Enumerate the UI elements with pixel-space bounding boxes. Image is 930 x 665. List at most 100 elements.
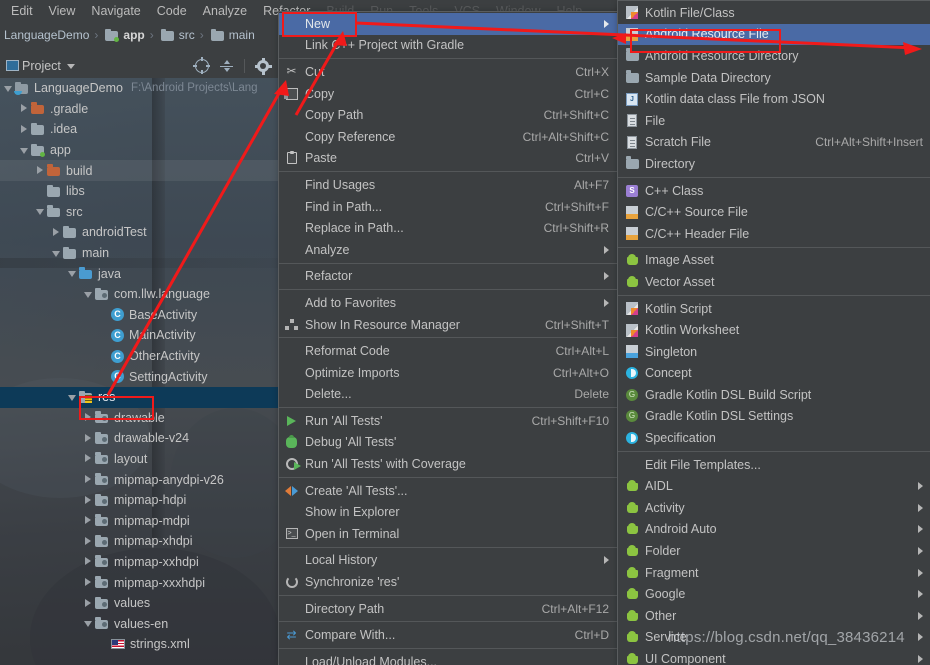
new-submenu-item-c-c-source-file[interactable]: C/C++ Source File	[618, 201, 930, 223]
tree-row[interactable]: build	[0, 160, 278, 181]
breadcrumb-item-main[interactable]: main	[209, 28, 255, 42]
new-submenu-item-concept[interactable]: Concept	[618, 363, 930, 385]
new-submenu-item-kotlin-script[interactable]: Kotlin Script	[618, 298, 930, 320]
new-submenu-item-edit-file-templates[interactable]: Edit File Templates...	[618, 454, 930, 476]
tree-toggle-closed-icon[interactable]	[36, 166, 45, 175]
tree-toggle-open-icon[interactable]	[4, 84, 13, 93]
new-submenu-item-file[interactable]: File	[618, 110, 930, 132]
new-submenu-item-vector-asset[interactable]: Vector Asset	[618, 271, 930, 293]
context-menu[interactable]: New Link C++ Project with Gradle ✂ Cut Ctrl+…	[278, 11, 619, 665]
menu-code[interactable]: Code	[149, 2, 195, 20]
context-menu-item-debug-all-tests[interactable]: Debug 'All Tests'	[279, 432, 618, 454]
tree-row[interactable]: drawable-v24	[0, 428, 278, 449]
menu-view[interactable]: View	[41, 2, 84, 20]
context-menu-item-cut[interactable]: ✂ Cut Ctrl+X	[279, 61, 618, 83]
tree-toggle-open-icon[interactable]	[68, 393, 77, 402]
new-submenu-item-other[interactable]: Other	[618, 605, 930, 627]
new-submenu-item-sample-data-directory[interactable]: Sample Data Directory	[618, 67, 930, 89]
tree-row[interactable]: values-en	[0, 613, 278, 634]
tree-row[interactable]: app	[0, 140, 278, 161]
breadcrumb-item-app[interactable]: app	[103, 28, 145, 42]
tree-toggle-open-icon[interactable]	[84, 619, 93, 628]
context-menu-item-link-c-project-with-gradle[interactable]: Link C++ Project with Gradle	[279, 35, 618, 57]
tree-toggle-closed-icon[interactable]	[20, 124, 29, 134]
settings-gear-icon[interactable]	[254, 57, 272, 75]
tree-row[interactable]: mipmap-hdpi	[0, 490, 278, 511]
tree-toggle-closed-icon[interactable]	[84, 516, 93, 525]
tree-toggle-closed-icon[interactable]	[84, 598, 93, 608]
new-submenu-item-gradle-kotlin-dsl-build-script[interactable]: G Gradle Kotlin DSL Build Script	[618, 384, 930, 406]
breadcrumb-item-languagedemo[interactable]: LanguageDemo	[4, 28, 89, 42]
context-menu-item-copy-reference[interactable]: Copy Reference Ctrl+Alt+Shift+C	[279, 126, 618, 148]
context-menu-item-run-all-tests[interactable]: Run 'All Tests' Ctrl+Shift+F10	[279, 410, 618, 432]
locate-icon[interactable]	[193, 57, 210, 74]
context-menu-item-directory-path[interactable]: Directory Path Ctrl+Alt+F12	[279, 598, 618, 620]
context-menu-item-optimize-imports[interactable]: Optimize Imports Ctrl+Alt+O	[279, 362, 618, 384]
context-menu-item-paste[interactable]: Paste Ctrl+V	[279, 148, 618, 170]
tree-toggle-closed-icon[interactable]	[84, 475, 93, 484]
new-submenu-item-directory[interactable]: Directory	[618, 153, 930, 175]
new-submenu-item-gradle-kotlin-dsl-settings[interactable]: G Gradle Kotlin DSL Settings	[618, 406, 930, 428]
tree-row[interactable]: com.llw.language	[0, 284, 278, 305]
menu-navigate[interactable]: Navigate	[83, 2, 148, 20]
new-submenu-item-ui-component[interactable]: UI Component	[618, 648, 930, 665]
new-submenu[interactable]: Kotlin File/Class Android Resource File An…	[617, 0, 930, 665]
tree-row[interactable]: .idea	[0, 119, 278, 140]
new-submenu-item-singleton[interactable]: Singleton	[618, 341, 930, 363]
context-menu-item-find-usages[interactable]: Find Usages Alt+F7	[279, 174, 618, 196]
context-menu-item-synchronize-res[interactable]: Synchronize 'res'	[279, 571, 618, 593]
context-menu-item-create-all-tests[interactable]: Create 'All Tests'...	[279, 480, 618, 502]
tree-toggle-open-icon[interactable]	[84, 290, 93, 299]
tree-row[interactable]: mipmap-anydpi-v26	[0, 469, 278, 490]
new-submenu-item-kotlin-file-class[interactable]: Kotlin File/Class	[618, 2, 930, 24]
context-menu-item-local-history[interactable]: Local History	[279, 550, 618, 572]
tree-row[interactable]: src	[0, 202, 278, 223]
context-menu-item-copy-path[interactable]: Copy Path Ctrl+Shift+C	[279, 104, 618, 126]
context-menu-item-show-in-resource-manager[interactable]: Show In Resource Manager Ctrl+Shift+T	[279, 314, 618, 336]
tree-toggle-open-icon[interactable]	[68, 269, 77, 278]
tree-toggle-closed-icon[interactable]	[84, 578, 93, 587]
context-menu-item-reformat-code[interactable]: Reformat Code Ctrl+Alt+L	[279, 340, 618, 362]
chevron-down-icon[interactable]	[66, 63, 75, 69]
context-menu-item-load-unload-modules[interactable]: Load/Unload Modules...	[279, 651, 618, 665]
tree-row[interactable]: C SettingActivity	[0, 366, 278, 387]
tree-row[interactable]: C BaseActivity	[0, 305, 278, 326]
new-submenu-item-c-class[interactable]: S C++ Class	[618, 180, 930, 202]
new-submenu-item-c-c-header-file[interactable]: C/C++ Header File	[618, 223, 930, 245]
collapse-all-icon[interactable]	[220, 59, 233, 73]
project-tree[interactable]: LanguageDemo F:\Android Projects\Lang .gra…	[0, 78, 278, 655]
new-submenu-item-folder[interactable]: Folder	[618, 540, 930, 562]
context-menu-item-open-in-terminal[interactable]: >_ Open in Terminal	[279, 523, 618, 545]
context-menu-item-run-all-tests-with-coverage[interactable]: Run 'All Tests' with Coverage	[279, 453, 618, 475]
context-menu-item-find-in-path[interactable]: Find in Path... Ctrl+Shift+F	[279, 196, 618, 218]
tree-toggle-open-icon[interactable]	[52, 249, 61, 258]
tree-row[interactable]: mipmap-mdpi	[0, 510, 278, 531]
tree-row[interactable]: androidTest	[0, 222, 278, 243]
new-submenu-item-android-auto[interactable]: Android Auto	[618, 519, 930, 541]
tree-row[interactable]: libs	[0, 181, 278, 202]
tree-row[interactable]: strings.xml	[0, 634, 278, 655]
tree-toggle-closed-icon[interactable]	[84, 495, 93, 505]
tree-row[interactable]: mipmap-xxxhdpi	[0, 572, 278, 593]
tree-toggle-closed-icon[interactable]	[84, 557, 93, 566]
tree-toggle-closed-icon[interactable]	[84, 536, 93, 546]
tree-toggle-closed-icon[interactable]	[20, 104, 29, 113]
new-submenu-item-google[interactable]: Google	[618, 583, 930, 605]
new-submenu-item-kotlin-data-class-file-from-json[interactable]: J Kotlin data class File from JSON	[618, 88, 930, 110]
context-menu-item-compare-with[interactable]: ⇄ Compare With... Ctrl+D	[279, 624, 618, 646]
new-submenu-item-specification[interactable]: Specification	[618, 427, 930, 449]
tree-row[interactable]: java	[0, 263, 278, 284]
tree-row[interactable]: mipmap-xhdpi	[0, 531, 278, 552]
context-menu-item-delete[interactable]: Delete... Delete	[279, 384, 618, 406]
context-menu-item-add-to-favorites[interactable]: Add to Favorites	[279, 292, 618, 314]
context-menu-item-refactor[interactable]: Refactor	[279, 266, 618, 288]
new-submenu-item-kotlin-worksheet[interactable]: Kotlin Worksheet	[618, 319, 930, 341]
tree-row[interactable]: C OtherActivity	[0, 346, 278, 367]
new-submenu-item-fragment[interactable]: Fragment	[618, 562, 930, 584]
tree-row[interactable]: values	[0, 593, 278, 614]
tree-toggle-open-icon[interactable]	[20, 146, 29, 155]
context-menu-item-replace-in-path[interactable]: Replace in Path... Ctrl+Shift+R	[279, 217, 618, 239]
tree-toggle-closed-icon[interactable]	[52, 227, 61, 237]
tree-toggle-closed-icon[interactable]	[84, 433, 93, 443]
tree-row[interactable]: .gradle	[0, 99, 278, 120]
